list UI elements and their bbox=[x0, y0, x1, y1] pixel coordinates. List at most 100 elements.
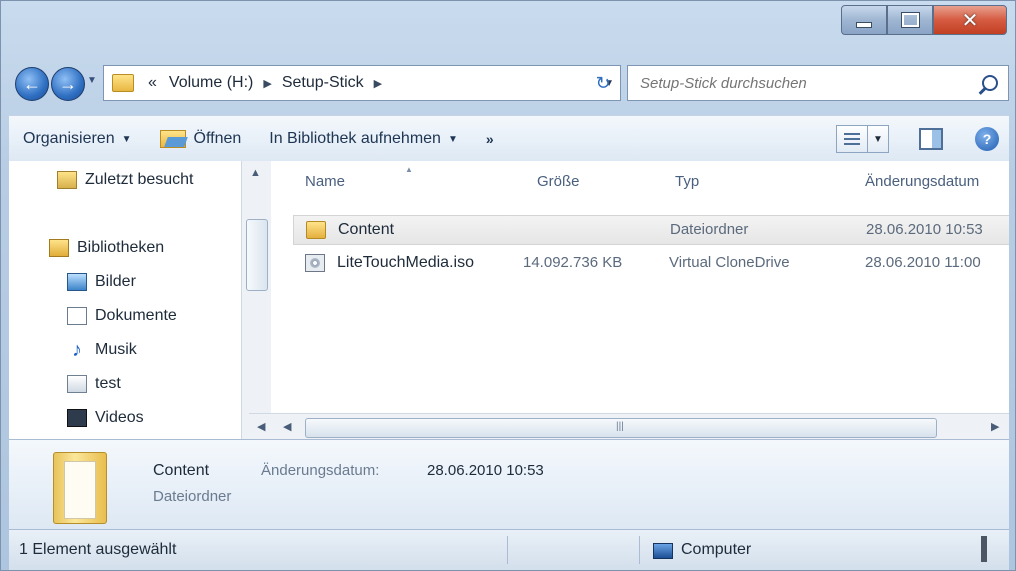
music-icon: ♪ bbox=[72, 339, 82, 361]
open-button[interactable]: Öffnen bbox=[146, 130, 256, 148]
add-to-library-button[interactable]: In Bibliothek aufnehmen ▼ bbox=[255, 130, 472, 148]
column-header-type[interactable]: Typ bbox=[675, 173, 699, 190]
nav-item-label: Bibliotheken bbox=[77, 239, 165, 256]
scroll-left-icon[interactable]: ◀ bbox=[283, 420, 291, 433]
navigation-scrollbar[interactable]: ▲ ▼ bbox=[241, 161, 272, 439]
status-bar: 1 Element ausgewählt Computer bbox=[9, 529, 1009, 570]
nav-item-label: Dokumente bbox=[95, 307, 177, 324]
nav-item-libraries[interactable]: Bibliotheken bbox=[49, 239, 164, 257]
file-type: Dateiordner bbox=[670, 221, 749, 238]
nav-item-label: Videos bbox=[95, 409, 144, 426]
status-separator bbox=[507, 536, 508, 564]
search-icon[interactable] bbox=[982, 75, 998, 91]
search-input[interactable] bbox=[638, 73, 962, 93]
nav-item-label: Zuletzt besucht bbox=[85, 171, 194, 188]
test-library-icon bbox=[67, 375, 87, 393]
nav-item-test[interactable]: test bbox=[67, 375, 121, 393]
navigation-scroll-thumb[interactable] bbox=[246, 219, 268, 291]
back-button[interactable]: ← bbox=[15, 67, 49, 101]
column-header-label: Name bbox=[305, 173, 346, 190]
column-header-modified[interactable]: Änderungsdatum bbox=[865, 173, 979, 190]
horizontal-scrollbar[interactable]: ◀ ◀ ||| ▶ bbox=[249, 413, 1009, 440]
navigation-pane: Zuletzt besucht Bibliotheken Bilder Doku… bbox=[9, 161, 241, 439]
status-selection-count: 1 Element ausgewählt bbox=[19, 541, 177, 558]
close-button[interactable]: ✕ bbox=[933, 5, 1007, 35]
forward-button[interactable]: → bbox=[51, 67, 85, 101]
view-options-dropdown[interactable]: ▼ bbox=[868, 125, 889, 153]
horizontal-scroll-thumb[interactable]: ||| bbox=[305, 418, 937, 438]
open-label: Öffnen bbox=[193, 130, 242, 147]
breadcrumb-setup-stick[interactable]: Setup-Stick bbox=[276, 74, 370, 92]
column-header-size[interactable]: Größe bbox=[537, 173, 580, 190]
nav-item-recent[interactable]: Zuletzt besucht bbox=[57, 171, 194, 189]
scroll-left-icon[interactable]: ◀ bbox=[257, 420, 265, 433]
file-modified: 28.06.2010 10:53 bbox=[866, 221, 983, 238]
breadcrumb-volume[interactable]: Volume (H:) bbox=[163, 74, 259, 92]
chevron-down-icon: ▼ bbox=[121, 133, 132, 145]
organize-menu-button[interactable]: Organisieren ▼ bbox=[9, 130, 146, 148]
file-modified: 28.06.2010 11:00 bbox=[865, 254, 981, 271]
iso-file-icon bbox=[305, 254, 325, 272]
nav-item-label: test bbox=[95, 375, 121, 392]
details-modified-value: 28.06.2010 10:53 bbox=[427, 462, 544, 479]
history-dropdown-button[interactable]: ▼ bbox=[87, 75, 97, 86]
column-header-label: Typ bbox=[675, 173, 700, 190]
command-bar: Organisieren ▼ Öffnen In Bibliothek aufne… bbox=[9, 115, 1009, 163]
details-item-name: Content bbox=[153, 462, 210, 479]
command-bar-right: ▼ ? bbox=[836, 125, 1009, 153]
file-row-content[interactable]: Content Dateiordner 28.06.2010 10:53 bbox=[293, 215, 1009, 245]
column-header-name[interactable]: Name ▲ bbox=[305, 165, 413, 190]
nav-item-documents[interactable]: Dokumente bbox=[67, 307, 177, 325]
nav-item-pictures[interactable]: Bilder bbox=[67, 273, 136, 291]
file-row-litetouchmedia[interactable]: LiteTouchMedia.iso 14.092.736 KB Virtual… bbox=[293, 249, 1009, 279]
address-bar[interactable]: « Volume (H:) ▶ Setup-Stick ▶ ▼ bbox=[103, 65, 621, 101]
grip-icon: ||| bbox=[616, 421, 624, 432]
explorer-window: ✕ ← → ▼ « Volume (H:) ▶ Setup-Stick ▶ ▼ … bbox=[0, 0, 1016, 571]
videos-icon bbox=[67, 409, 87, 427]
chevron-down-icon: ▼ bbox=[447, 133, 458, 145]
column-header-label: Änderungsdatum bbox=[865, 173, 980, 190]
preview-pane-icon[interactable] bbox=[919, 128, 943, 150]
maximize-button[interactable] bbox=[887, 5, 933, 35]
refresh-button[interactable]: ↻ bbox=[587, 67, 619, 99]
details-view-icon bbox=[844, 133, 860, 145]
nav-item-videos[interactable]: Videos bbox=[67, 409, 144, 427]
computer-icon bbox=[653, 543, 673, 559]
file-list: Name ▲ Größe Typ Änderungsdatum Content … bbox=[271, 161, 1009, 439]
open-folder-icon bbox=[159, 130, 186, 148]
search-box[interactable] bbox=[627, 65, 1009, 101]
refresh-icon: ↻ bbox=[595, 72, 611, 93]
status-location: Computer bbox=[681, 541, 752, 558]
file-name: Content bbox=[338, 221, 395, 238]
breadcrumb-separator-icon[interactable]: ▶ bbox=[259, 77, 275, 90]
breadcrumb-overflow[interactable]: « bbox=[142, 74, 163, 92]
minimize-button[interactable] bbox=[841, 5, 887, 35]
recent-places-icon bbox=[57, 171, 77, 189]
arrow-right-icon: → bbox=[59, 73, 77, 94]
file-type: Virtual CloneDrive bbox=[669, 254, 790, 271]
folder-icon bbox=[112, 74, 134, 92]
sort-ascending-icon: ▲ bbox=[405, 165, 413, 174]
scroll-up-icon[interactable]: ▲ bbox=[250, 167, 261, 179]
resize-grip[interactable] bbox=[981, 536, 987, 562]
chevron-down-icon: ▼ bbox=[873, 133, 883, 145]
arrow-left-icon: ← bbox=[23, 73, 41, 94]
nav-item-music[interactable]: ♪ Musik bbox=[67, 339, 137, 361]
details-modified-label: Änderungsdatum: bbox=[261, 462, 380, 479]
caption-buttons: ✕ bbox=[841, 5, 1007, 35]
libraries-icon bbox=[49, 239, 69, 257]
close-icon: ✕ bbox=[961, 9, 979, 32]
folder-icon bbox=[306, 221, 326, 239]
folder-icon bbox=[53, 452, 107, 524]
more-commands-button[interactable]: » bbox=[472, 131, 508, 147]
change-view-button[interactable] bbox=[836, 125, 868, 153]
help-icon[interactable]: ? bbox=[975, 127, 999, 151]
file-size: 14.092.736 KB bbox=[523, 254, 623, 271]
nav-item-label: Musik bbox=[95, 341, 137, 358]
pictures-icon bbox=[67, 273, 87, 291]
scroll-right-icon[interactable]: ▶ bbox=[991, 420, 999, 433]
breadcrumb-separator-icon[interactable]: ▶ bbox=[370, 77, 386, 90]
add-to-library-label: In Bibliothek aufnehmen bbox=[269, 130, 441, 147]
file-name: LiteTouchMedia.iso bbox=[337, 254, 474, 271]
column-header-label: Größe bbox=[537, 173, 580, 190]
